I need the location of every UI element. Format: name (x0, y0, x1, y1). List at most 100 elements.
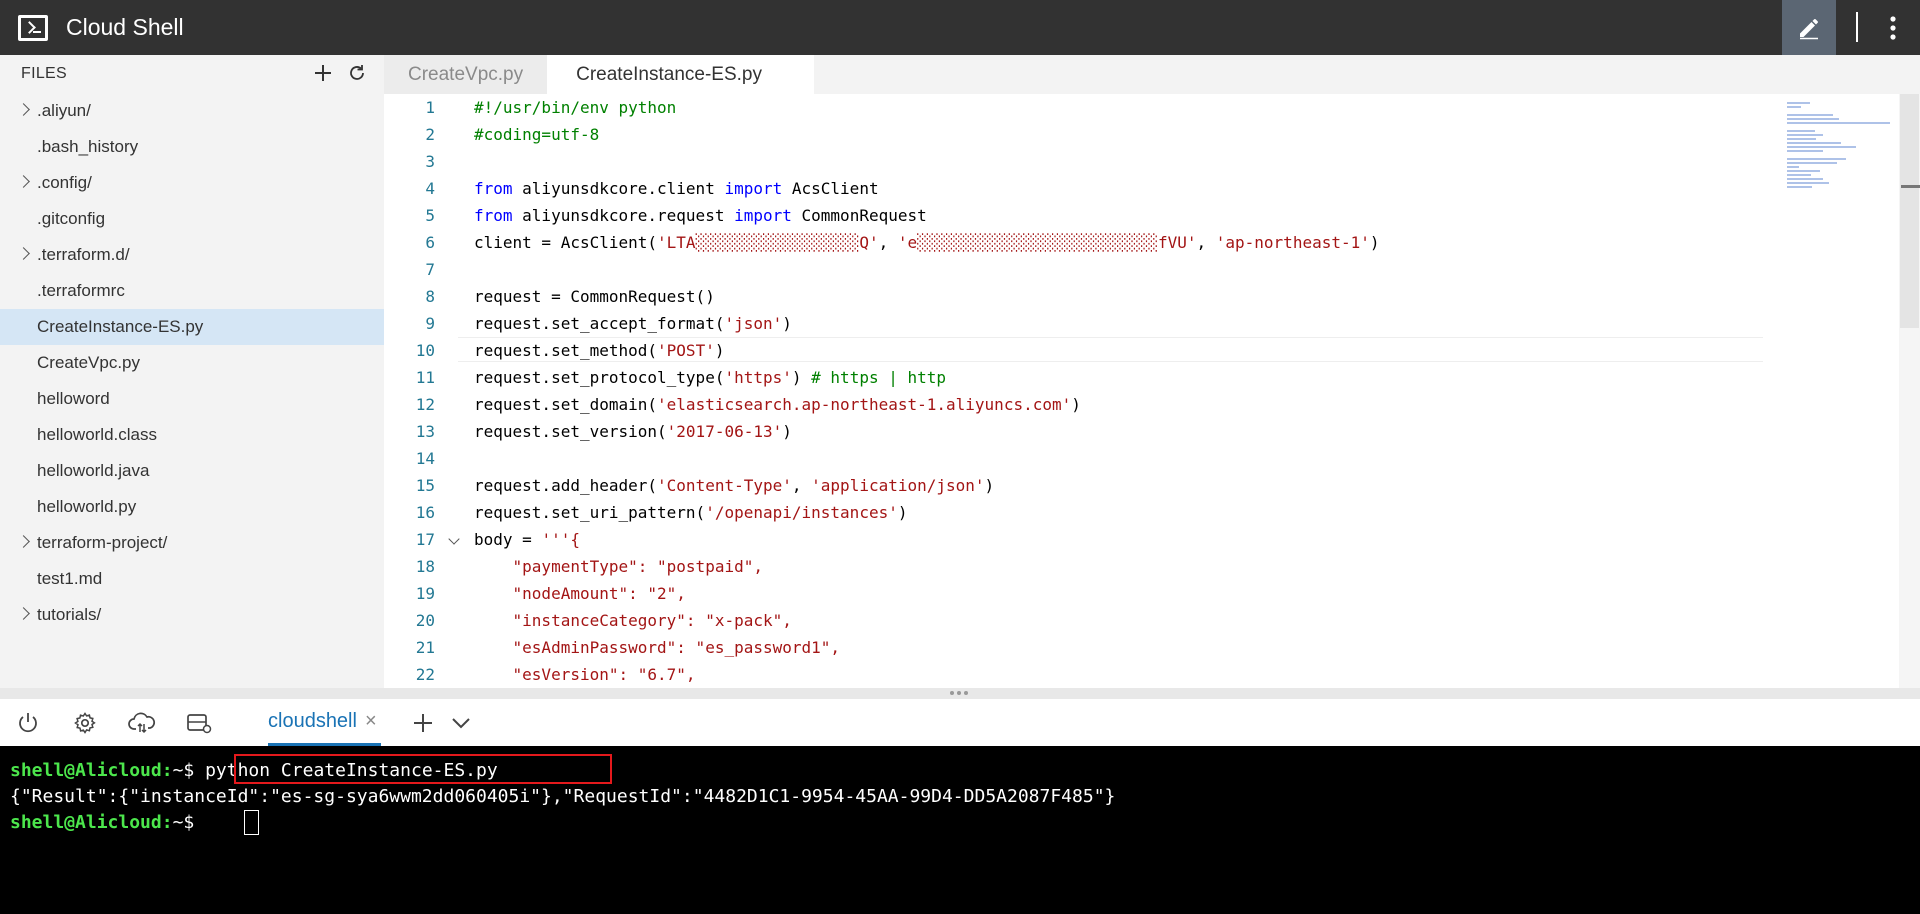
folder-item[interactable]: .aliyun/ (0, 93, 384, 129)
file-item[interactable]: .bash_history (0, 129, 384, 165)
line-number: 20 (415, 611, 435, 630)
code-token: request.set_accept_format( (474, 314, 725, 333)
code-token: 'application/json' (811, 476, 985, 495)
minimap-line (1787, 130, 1815, 132)
terminal-output[interactable]: shell@Alicloud:~$ python CreateInstance-… (0, 746, 1920, 914)
top-bar: Cloud Shell (0, 0, 1920, 55)
code-text: "paymentType": "postpaid", (474, 553, 763, 580)
minimap[interactable] (1785, 94, 1902, 274)
line-number: 16 (415, 503, 435, 522)
chevron-right-icon[interactable] (17, 607, 30, 620)
line-number: 8 (425, 287, 435, 306)
file-item[interactable]: helloworld.java (0, 453, 384, 489)
refresh-button[interactable] (344, 60, 370, 86)
minimap-line (1787, 186, 1813, 188)
minimap-line (1787, 122, 1891, 124)
line-number: 7 (425, 260, 435, 279)
gear-icon (74, 712, 96, 734)
code-token: ) (1369, 233, 1380, 252)
code-line: 10 request.set_method('POST') (384, 337, 1784, 364)
code-token: , (878, 233, 898, 252)
command-highlight-box (234, 754, 612, 784)
file-item[interactable]: test1.md (0, 561, 384, 597)
folder-item[interactable]: tutorials/ (0, 597, 384, 633)
code-token: aliyunsdkcore.client (512, 179, 725, 198)
file-item[interactable]: CreateInstance-ES.py (0, 309, 384, 345)
minimap-line (1787, 134, 1824, 136)
minimap-line (1787, 170, 1820, 172)
code-token: "instanceCategory": "x-pack", (512, 611, 792, 630)
scrollbar-thumb[interactable] (1900, 94, 1919, 328)
folder-item[interactable]: terraform-project/ (0, 525, 384, 561)
line-number: 22 (415, 665, 435, 684)
chevron-right-icon[interactable] (17, 535, 30, 548)
code-token: client = AcsClient( (474, 233, 658, 252)
edit-button[interactable] (1782, 0, 1836, 55)
code-token: request = CommonRequest() (474, 287, 715, 306)
line-number: 4 (425, 179, 435, 198)
tab-createinstance-es[interactable]: CreateInstance-ES.py (547, 55, 814, 94)
file-label: .bash_history (37, 137, 139, 156)
file-item[interactable]: helloworld.py (0, 489, 384, 525)
new-file-button[interactable] (310, 60, 336, 86)
file-label: .terraformrc (37, 281, 125, 300)
fold-chevron-icon[interactable] (448, 533, 460, 545)
minimap-line (1787, 178, 1824, 180)
code-line: 12 request.set_domain('elasticsearch.ap-n… (384, 391, 1784, 418)
power-button[interactable] (14, 710, 42, 736)
terminal-dropdown-button[interactable] (447, 710, 475, 736)
line-number: 12 (415, 395, 435, 414)
minimap-line (1787, 142, 1841, 144)
code-token: ) (1071, 395, 1081, 414)
code-line: 6 client = AcsClient('LTA░░░░░░░░░░░░░░░░… (384, 229, 1784, 256)
code-token: ) (782, 422, 792, 441)
storage-button[interactable] (185, 710, 213, 736)
code-token: request.set_uri_pattern( (474, 503, 706, 522)
more-vertical-icon (1890, 15, 1896, 40)
chevron-right-icon[interactable] (17, 103, 30, 116)
files-heading: FILES (21, 65, 67, 82)
file-label: CreateVpc.py (37, 353, 140, 372)
chevron-right-icon[interactable] (17, 247, 30, 260)
more-menu-button[interactable] (1866, 0, 1920, 55)
cloud-upload-button[interactable] (128, 710, 156, 736)
terminal-tab-cloudshell[interactable]: cloudshell × (268, 699, 381, 746)
editor-scrollbar[interactable] (1899, 94, 1920, 688)
file-item[interactable]: .terraformrc (0, 273, 384, 309)
file-label: helloword (37, 389, 110, 408)
settings-button[interactable] (71, 710, 99, 736)
panel-splitter[interactable] (0, 688, 1920, 699)
folder-item[interactable]: .terraform.d/ (0, 237, 384, 273)
code-token: '/openapi/instances' (705, 503, 898, 522)
chevron-right-icon[interactable] (17, 175, 30, 188)
file-item[interactable]: CreateVpc.py (0, 345, 384, 381)
code-token: '2017-06-13' (666, 422, 783, 441)
code-line: 16 request.set_uri_pattern('/openapi/inst… (384, 499, 1784, 526)
line-number: 13 (415, 422, 435, 441)
folder-item[interactable]: .config/ (0, 165, 384, 201)
code-text: from aliyunsdkcore.client import AcsClie… (474, 175, 879, 202)
file-label: helloworld.java (37, 461, 150, 480)
app-title: Cloud Shell (66, 14, 184, 40)
code-token: ) (984, 476, 995, 495)
minimap-line (1787, 118, 1839, 120)
minimap-line (1787, 106, 1802, 108)
code-token: request.set_version( (474, 422, 667, 441)
power-icon (19, 713, 37, 733)
code-token: 'ap-northeast-1' (1215, 233, 1370, 252)
code-line: 21 "esAdminPassword": "es_password1", (384, 634, 1784, 661)
close-icon[interactable]: × (365, 710, 377, 733)
file-item[interactable]: .gitconfig (0, 201, 384, 237)
new-terminal-button[interactable] (409, 710, 437, 736)
tab-createvpc[interactable]: CreateVpc.py (384, 55, 548, 94)
file-label: .gitconfig (37, 209, 106, 228)
file-item[interactable]: helloword (0, 381, 384, 417)
code-token: # https | http (811, 368, 947, 387)
code-text: from aliyunsdkcore.request import Common… (474, 202, 927, 229)
line-number: 17 (415, 530, 435, 549)
code-editor[interactable]: 1 #!/usr/bin/env python 2 #coding=utf-8 3 4 fr… (384, 94, 1920, 688)
file-label: .config/ (37, 173, 92, 192)
file-item[interactable]: helloworld.class (0, 417, 384, 453)
